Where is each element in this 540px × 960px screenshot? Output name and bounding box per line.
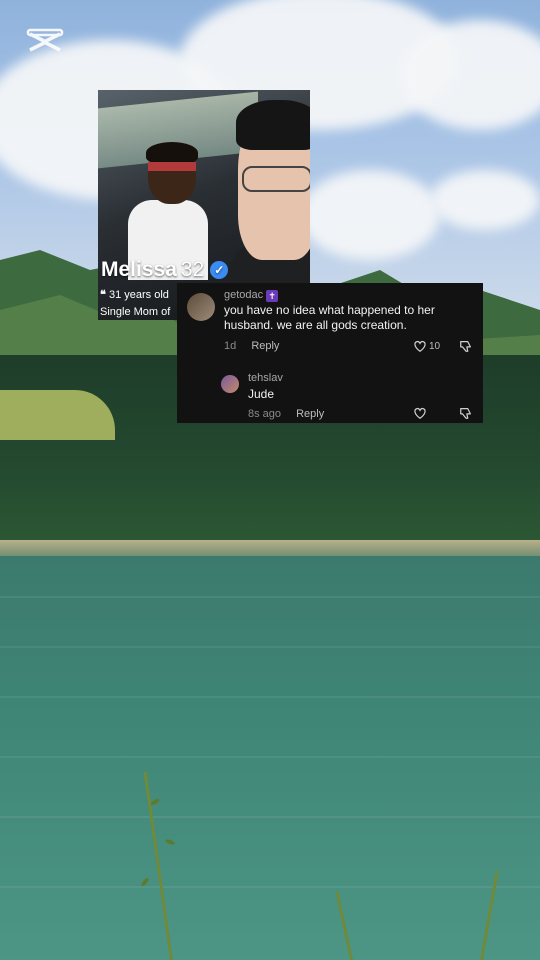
glasses: [242, 166, 310, 192]
profile-age: 32: [180, 258, 205, 281]
dislike-icon[interactable]: [459, 406, 473, 420]
like-count: 10: [429, 341, 441, 352]
profile-bio-line-2: Single Mom of: [100, 306, 171, 318]
reply-button[interactable]: Reply: [251, 340, 279, 352]
badge-icon: ✝: [266, 290, 279, 302]
profile-name-text: Melissa: [101, 258, 177, 281]
capcut-logo-icon: [26, 28, 64, 52]
comment-username[interactable]: getodac ✝: [224, 289, 279, 302]
woman-cap: [236, 100, 310, 150]
reply-time: 8s ago: [248, 408, 282, 420]
heart-icon[interactable]: [413, 339, 427, 353]
comment-card: getodac ✝ you have no idea what happened …: [177, 283, 483, 423]
child-hair: [146, 142, 198, 164]
heart-icon[interactable]: [413, 406, 427, 420]
quote-icon: ❝: [100, 289, 106, 301]
cloud: [300, 170, 440, 260]
reply-username[interactable]: tehslav: [248, 372, 283, 384]
child-headband: [148, 162, 196, 171]
comment-username-text[interactable]: getodac: [224, 289, 263, 301]
cloud: [430, 170, 540, 230]
profile-age-text: 31 years old: [108, 289, 169, 301]
reply-button[interactable]: Reply: [296, 408, 324, 420]
cloud: [400, 20, 540, 130]
lake: [0, 556, 540, 960]
reply-meta: 8s ago Reply: [248, 408, 324, 420]
avatar[interactable]: [221, 375, 239, 393]
comment-time: 1d: [224, 340, 237, 352]
dislike-icon[interactable]: [459, 339, 473, 353]
meadow: [0, 390, 115, 440]
avatar[interactable]: [187, 293, 215, 321]
profile-name: Melissa 32 ✓: [101, 258, 229, 282]
verified-icon: ✓: [210, 261, 229, 279]
profile-bio-line: ❝ 31 years old: [100, 288, 169, 301]
comment-meta: 1d Reply: [224, 340, 279, 352]
reply-text: Jude: [248, 387, 275, 401]
comment-text: you have no idea what happened to her hu…: [224, 303, 435, 332]
